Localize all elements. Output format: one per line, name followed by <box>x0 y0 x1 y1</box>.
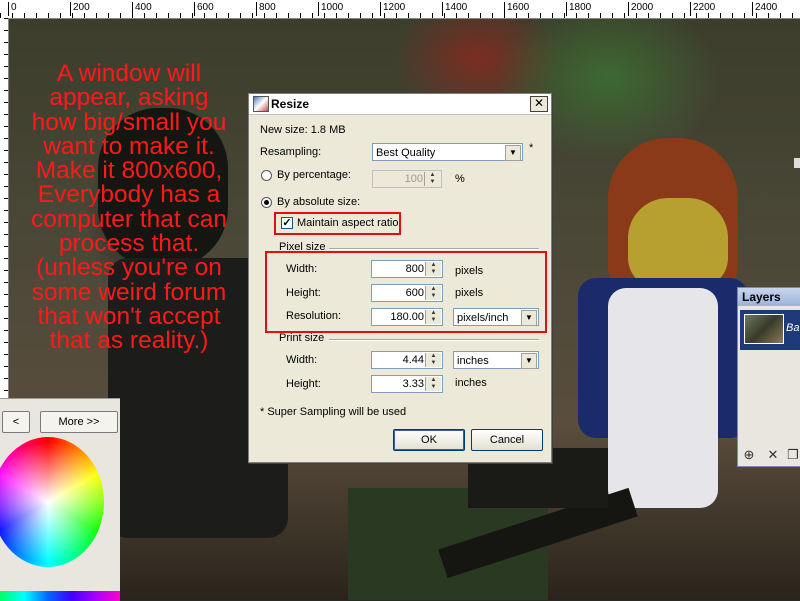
pixel-size-divider <box>329 248 539 250</box>
ruler-mark: 1400 <box>442 2 467 16</box>
stepper-buttons[interactable]: ▲ ▼ <box>424 172 440 186</box>
figure-right-head <box>628 198 728 288</box>
layer-row-background[interactable]: Ba <box>740 310 800 350</box>
ruler-mark: 600 <box>194 2 214 16</box>
resampling-label: Resampling: <box>260 146 322 158</box>
resampling-star: * <box>529 142 534 154</box>
ruler-mark: 1000 <box>318 2 343 16</box>
colors-more-button[interactable]: More >> <box>40 411 118 433</box>
new-size-label: New size: 1.8 MB <box>260 124 346 136</box>
add-layer-icon[interactable]: ⊕ <box>742 448 756 462</box>
resolution-unit-dropdown[interactable]: pixels/inch ▼ <box>453 308 539 326</box>
print-width-value: 4.44 <box>402 354 424 366</box>
resampling-dropdown[interactable]: Best Quality ▼ <box>372 143 523 161</box>
annotation-line: that as reality.) <box>49 327 209 355</box>
ruler-mark: 2000 <box>628 2 653 16</box>
percentage-value: 100 <box>404 173 423 185</box>
print-width-label: Width: <box>286 354 318 366</box>
maintain-aspect-checkbox[interactable]: ✓ <box>281 217 293 229</box>
by-absolute-size-radio[interactable] <box>261 197 272 208</box>
print-width-stepper[interactable]: 4.44 ▲ ▼ <box>371 351 443 369</box>
annotation-line: some weird forum <box>31 278 227 306</box>
dialog-title: Resize <box>271 97 310 111</box>
footnote-text: * Super Sampling will be used <box>260 406 407 418</box>
chevron-down-icon: ▼ <box>521 310 537 326</box>
resolution-label: Resolution: <box>286 310 342 322</box>
annotation-line: how big/small you <box>31 108 227 136</box>
stepper-buttons[interactable]: ▲ ▼ <box>425 353 441 367</box>
layers-panel: Layers Ba ⊕ ✕ ❐ <box>737 287 800 467</box>
print-unit-value: inches <box>457 355 489 367</box>
ruler-mark: 2200 <box>690 2 715 16</box>
cancel-button[interactable]: Cancel <box>471 429 543 451</box>
by-percentage-label: By percentage: <box>277 169 351 181</box>
annotation-line: that won't accept <box>37 302 221 330</box>
print-height-unit: inches <box>455 377 487 389</box>
annotation-line: process that. <box>58 230 200 258</box>
stepper-buttons[interactable]: ▲ ▼ <box>425 262 441 276</box>
color-wheel-saturation <box>0 437 104 567</box>
chevron-down-icon: ▼ <box>505 145 521 161</box>
annotation-line: Everybody has a <box>37 181 221 209</box>
width-label: Width: <box>286 263 318 275</box>
annotation-line: want to make it. <box>43 132 215 160</box>
ruler-mark: 400 <box>132 2 152 16</box>
ruler-mark: 1800 <box>566 2 591 16</box>
scrollbar-marker[interactable] <box>794 158 800 168</box>
height-unit: pixels <box>455 287 484 299</box>
stepper-buttons[interactable]: ▲ ▼ <box>425 310 441 324</box>
layers-title: Layers <box>738 288 800 306</box>
layer-name: Ba <box>786 322 800 334</box>
figure-right-body <box>608 288 718 508</box>
width-value: 800 <box>405 263 424 275</box>
annotation-line: Make it 800x600, <box>35 157 223 185</box>
annotation-line: A window will <box>56 60 202 87</box>
annotation-line: appear, asking <box>49 84 209 112</box>
maintain-aspect-label: Maintain aspect ratio <box>297 217 399 229</box>
colors-panel: < More >> <box>0 398 120 601</box>
print-height-label: Height: <box>286 378 321 390</box>
percentage-stepper[interactable]: 100 ▲ ▼ <box>372 170 442 188</box>
layer-thumbnail <box>744 314 784 344</box>
layers-toolbar: ⊕ ✕ ❐ <box>738 444 800 466</box>
by-percentage-radio[interactable] <box>261 170 272 181</box>
ruler-mark: 1200 <box>380 2 405 16</box>
ruler-mark: 0 <box>8 2 17 16</box>
resolution-unit-value: pixels/inch <box>457 312 509 324</box>
ruler-mark: 800 <box>256 2 276 16</box>
print-height-stepper[interactable]: 3.33 ▲ ▼ <box>371 375 443 393</box>
duplicate-layer-icon[interactable]: ❐ <box>786 448 800 462</box>
horizontal-ruler: 0 200 400 600 800 1000 1200 1400 1600 18… <box>0 0 800 19</box>
colors-small-button[interactable]: < <box>2 411 30 433</box>
percent-sign: % <box>455 173 465 185</box>
stepper-buttons[interactable]: ▲ ▼ <box>425 377 441 391</box>
ruler-mark: 2400 <box>752 2 777 16</box>
height-label: Height: <box>286 287 321 299</box>
delete-layer-icon[interactable]: ✕ <box>766 448 780 462</box>
stepper-buttons[interactable]: ▲ ▼ <box>425 286 441 300</box>
print-size-divider <box>329 339 539 341</box>
width-stepper[interactable]: 800 ▲ ▼ <box>371 260 443 278</box>
pixel-size-group-label: Pixel size <box>279 241 326 253</box>
chevron-down-icon: ▼ <box>521 353 537 369</box>
ruler-mark: 200 <box>70 2 90 16</box>
annotation-line: (unless you're on <box>36 254 222 282</box>
tutorial-annotation: A window will appear, asking how big/sma… <box>0 60 258 355</box>
width-unit: pixels <box>455 265 484 277</box>
ok-button[interactable]: OK <box>393 429 465 451</box>
resolution-stepper[interactable]: 180.00 ▲ ▼ <box>371 308 443 326</box>
height-stepper[interactable]: 600 ▲ ▼ <box>371 284 443 302</box>
dialog-titlebar[interactable]: Resize ✕ <box>249 94 551 115</box>
by-absolute-size-label: By absolute size: <box>277 196 361 208</box>
print-height-value: 3.33 <box>402 378 424 390</box>
close-button[interactable]: ✕ <box>530 96 548 112</box>
print-size-group-label: Print size <box>279 332 325 344</box>
ruler-mark: 1600 <box>504 2 529 16</box>
annotation-line: computer that can <box>30 205 228 233</box>
resampling-value: Best Quality <box>376 147 436 159</box>
resize-dialog: Resize ✕ New size: 1.8 MB Resampling: Be… <box>248 93 552 463</box>
resolution-value: 180.00 <box>390 311 424 323</box>
print-unit-dropdown[interactable]: inches ▼ <box>453 351 539 369</box>
height-value: 600 <box>405 287 424 299</box>
